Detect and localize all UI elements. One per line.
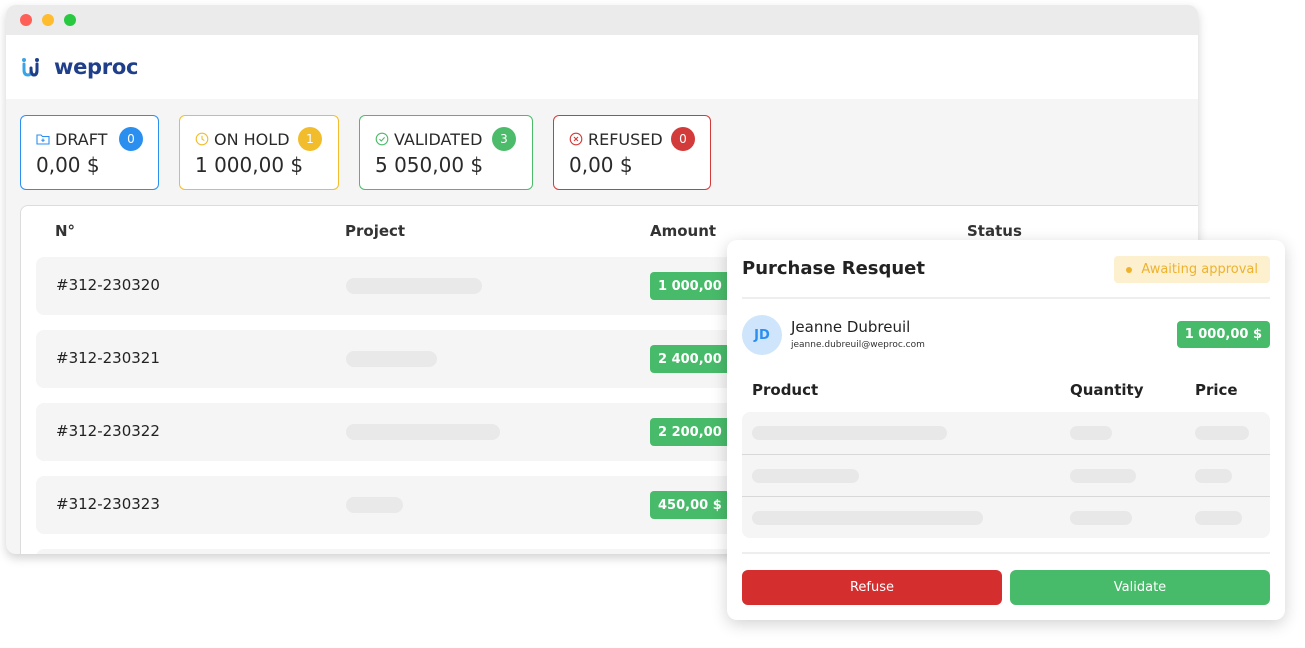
status-text: Awaiting approval [1141, 262, 1258, 277]
validate-button[interactable]: Validate [1010, 570, 1270, 605]
status-count-badge: 0 [671, 127, 695, 151]
column-header-project[interactable]: Project [345, 222, 405, 240]
divider [742, 297, 1270, 299]
maximize-window-button[interactable] [64, 14, 76, 26]
price-placeholder [1195, 511, 1242, 525]
status-card-draft[interactable]: DRAFT 0 0,00 $ [20, 115, 159, 190]
status-card-value: 0,00 $ [569, 153, 633, 177]
refuse-button[interactable]: Refuse [742, 570, 1002, 605]
status-count-badge: 1 [298, 127, 322, 151]
status-card-value: 1 000,00 $ [195, 153, 304, 177]
quantity-placeholder [1070, 426, 1112, 440]
requester-name: Jeanne Dubreuil [791, 318, 911, 336]
project-placeholder [346, 424, 500, 440]
column-header-price: Price [1195, 381, 1238, 399]
weproc-logo-icon [22, 58, 39, 77]
project-placeholder [346, 351, 437, 367]
minimize-window-button[interactable] [42, 14, 54, 26]
product-placeholder [752, 511, 983, 525]
brand-name: weproc [54, 55, 139, 79]
request-number: #312-230323 [56, 495, 160, 513]
column-header-amount[interactable]: Amount [650, 222, 716, 240]
status-card-label: REFUSED [588, 129, 663, 149]
modal-title: Purchase Resquet [742, 258, 925, 279]
status-dot-icon [1126, 266, 1133, 273]
price-placeholder [1195, 469, 1232, 483]
product-row [742, 412, 1270, 454]
column-header-status[interactable]: Status [967, 222, 1022, 240]
amount-badge: 450,00 $ [650, 491, 730, 519]
project-placeholder [346, 278, 482, 294]
app-header: weproc [6, 35, 1198, 99]
column-header-quantity: Quantity [1070, 381, 1144, 399]
status-count-badge: 3 [492, 127, 516, 151]
product-row [742, 496, 1270, 538]
folder-plus-icon [36, 134, 50, 145]
check-circle-icon [375, 132, 389, 146]
status-card-label: VALIDATED [394, 129, 483, 149]
request-amount-badge: 1 000,00 $ [1176, 321, 1270, 348]
column-header-number[interactable]: N° [55, 222, 75, 240]
product-row [742, 454, 1270, 496]
product-placeholder [752, 426, 947, 440]
status-cards: DRAFT 0 0,00 $ ON HOLD 1 1 000,00 $ VALI… [20, 115, 731, 190]
status-card-validated[interactable]: VALIDATED 3 5 050,00 $ [359, 115, 533, 190]
status-count-badge: 0 [119, 127, 143, 151]
status-badge: Awaiting approval [1114, 256, 1270, 283]
status-card-on-hold[interactable]: ON HOLD 1 1 000,00 $ [179, 115, 339, 190]
divider [742, 552, 1270, 554]
column-header-product: Product [752, 381, 819, 399]
product-table [742, 412, 1270, 538]
price-placeholder [1195, 426, 1249, 440]
window-titlebar [6, 5, 1198, 35]
x-circle-icon [569, 132, 583, 146]
quantity-placeholder [1070, 469, 1136, 483]
close-window-button[interactable] [20, 14, 32, 26]
purchase-request-modal: Purchase Resquet Awaiting approval JD Je… [727, 240, 1285, 620]
quantity-placeholder [1070, 511, 1132, 525]
status-card-label: ON HOLD [214, 129, 290, 149]
avatar: JD [742, 315, 782, 355]
request-number: #312-230321 [56, 349, 160, 367]
request-number: #312-230320 [56, 276, 160, 294]
product-placeholder [752, 469, 859, 483]
requester-email: jeanne.dubreuil@weproc.com [791, 340, 925, 350]
clock-icon [195, 132, 209, 146]
status-card-value: 5 050,00 $ [375, 153, 484, 177]
project-placeholder [346, 497, 403, 513]
request-number: #312-230322 [56, 422, 160, 440]
status-card-label: DRAFT [55, 129, 108, 149]
status-card-refused[interactable]: REFUSED 0 0,00 $ [553, 115, 711, 190]
status-card-value: 0,00 $ [36, 153, 100, 177]
